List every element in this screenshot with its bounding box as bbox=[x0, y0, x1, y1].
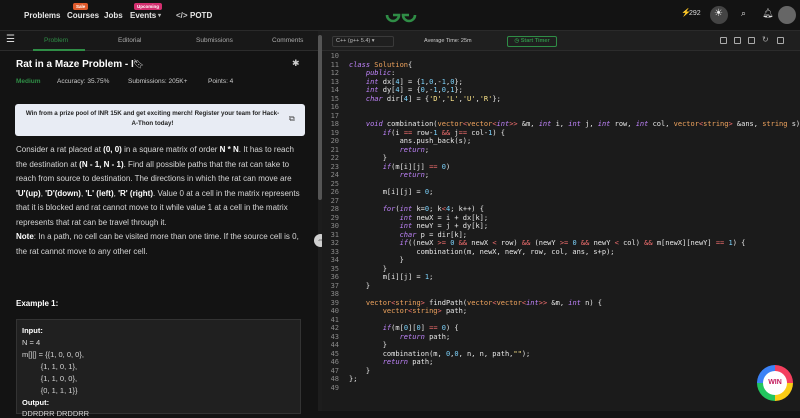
points-label: Points: 4 bbox=[208, 78, 234, 85]
average-time: Average Time: 25m bbox=[424, 38, 472, 44]
chevron-down-icon: ▾ bbox=[158, 13, 162, 19]
problem-title: Rat in a Maze Problem - I bbox=[16, 59, 134, 70]
file-icon[interactable] bbox=[734, 37, 741, 44]
example-line: N = 4 bbox=[22, 338, 41, 347]
code-area[interactable]: 10 11 class Solution{ 12 public: 13 int d… bbox=[322, 52, 800, 411]
bookmark-icon[interactable]: 🔖︎ bbox=[133, 59, 144, 70]
example-line: DDRDRR DRDDRR bbox=[22, 409, 90, 418]
tab-comments[interactable]: Comments bbox=[272, 37, 303, 44]
nav-problems[interactable]: Problems bbox=[24, 11, 60, 20]
example-line: Input: bbox=[22, 326, 43, 335]
example-line: {0, 1, 1, 1}} bbox=[22, 386, 78, 395]
code-icon: </> bbox=[176, 11, 188, 20]
editor-toolbar: C++ (g++ 5.4) ▾ Average Time: 25m ◷ Star… bbox=[322, 31, 800, 51]
problem-tabs: ☰ Problem Editorial Submissions Comments bbox=[0, 31, 318, 51]
external-link-icon[interactable]: ⧉ bbox=[289, 114, 295, 124]
example-line: {1, 1, 0, 1}, bbox=[22, 362, 78, 371]
sale-badge: Sale bbox=[73, 3, 89, 10]
problem-description: Consider a rat placed at (0, 0) in a squ… bbox=[16, 145, 300, 256]
nav-courses[interactable]: Courses bbox=[67, 11, 99, 20]
sun-icon: ☀ bbox=[714, 8, 723, 19]
tab-editorial[interactable]: Editorial bbox=[118, 37, 141, 44]
bug-icon[interactable]: ✱ bbox=[292, 58, 300, 69]
top-navbar: Problems Courses Sale Jobs Events ▾ Upco… bbox=[0, 0, 800, 31]
example-title: Example 1: bbox=[16, 299, 59, 308]
tab-problem[interactable]: Problem bbox=[44, 37, 68, 44]
note-label: Note bbox=[16, 232, 34, 241]
submissions-label: Submissions: 205K+ bbox=[128, 78, 188, 85]
win-badge-text: WIN bbox=[763, 371, 787, 395]
accuracy-label: Accuracy: 35.75% bbox=[57, 78, 110, 85]
banner-text: Win from a prize pool of INR 15K and get… bbox=[25, 110, 280, 127]
example-line: m[][] = {{1, 0, 0, 0}, bbox=[22, 350, 84, 359]
difficulty-label: Medium bbox=[16, 78, 41, 85]
language-select[interactable]: C++ (g++ 5.4) ▾ bbox=[332, 36, 394, 47]
avatar[interactable] bbox=[778, 6, 796, 24]
gfg-logo[interactable] bbox=[383, 5, 419, 25]
nav-jobs[interactable]: Jobs bbox=[104, 11, 123, 20]
nav-events[interactable]: Events bbox=[130, 11, 156, 20]
problem-panel: ☰ Problem Editorial Submissions Comments… bbox=[0, 31, 318, 418]
streak-count: 292 bbox=[689, 10, 701, 17]
active-tab-indicator bbox=[33, 49, 85, 51]
hackathon-banner[interactable]: Win from a prize pool of INR 15K and get… bbox=[15, 104, 305, 136]
example-line: {1, 1, 0, 0}, bbox=[22, 374, 78, 383]
example-box: Input: N = 4 m[][] = {{1, 0, 0, 0}, {1, … bbox=[16, 319, 301, 418]
theme-toggle-button[interactable]: ☀ bbox=[710, 6, 728, 24]
note-text: : In a path, no cell can be visited more… bbox=[16, 232, 299, 256]
win-badge[interactable]: WIN bbox=[757, 365, 793, 401]
menu-icon[interactable]: ☰ bbox=[6, 34, 15, 45]
settings-icon[interactable] bbox=[748, 37, 755, 44]
start-timer-button[interactable]: ◷ Start Timer bbox=[507, 36, 557, 47]
nav-potd[interactable]: POTD bbox=[190, 11, 212, 20]
bell-icon[interactable]: 🔔︎ bbox=[762, 8, 773, 19]
example-line: Output: bbox=[22, 398, 50, 407]
search-icon[interactable]: ⌕ bbox=[741, 8, 746, 19]
upcoming-badge: Upcoming bbox=[134, 3, 162, 10]
reset-icon[interactable]: ↻ bbox=[762, 35, 769, 44]
copy-icon[interactable] bbox=[720, 37, 727, 44]
code-editor-panel: C++ (g++ 5.4) ▾ Average Time: 25m ◷ Star… bbox=[322, 31, 800, 411]
tab-submissions[interactable]: Submissions bbox=[196, 37, 233, 44]
fullscreen-icon[interactable] bbox=[777, 37, 784, 44]
